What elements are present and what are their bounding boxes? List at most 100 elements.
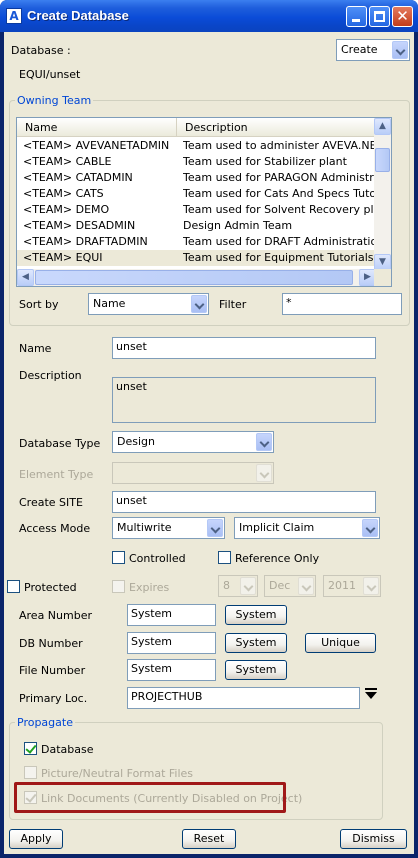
filter-input[interactable]: * (282, 293, 402, 315)
minimize-button[interactable] (346, 6, 367, 27)
description-textarea[interactable]: unset (112, 377, 376, 423)
expires-day-value: 8 (223, 579, 230, 592)
team-name-cell: <TEAM> CATADMIN (23, 171, 133, 184)
database-type-value: Design (117, 435, 155, 448)
team-list-row[interactable]: <TEAM> DEMO Team used for Solvent Recover… (17, 202, 375, 218)
database-type-select[interactable]: Design (112, 431, 274, 453)
controlled-label: Controlled (129, 552, 186, 565)
create-site-label: Create SITE (19, 496, 83, 509)
reset-button[interactable]: Reset (182, 829, 236, 849)
team-list-row[interactable]: <TEAM> CABLE Team used for Stabilizer pla… (17, 154, 375, 170)
element-type-select[interactable] (112, 462, 274, 484)
team-description-cell: Design Admin Team (183, 219, 293, 232)
team-description-cell: Team used for DRAFT Administration da (183, 235, 375, 248)
app-icon: A (6, 8, 22, 24)
chevron-down-icon (256, 464, 272, 482)
claim-select[interactable]: Implicit Claim (234, 517, 380, 539)
protected-label: Protected (24, 581, 77, 594)
expires-day-select[interactable]: 8 (218, 575, 258, 597)
team-list-row[interactable]: <TEAM> CATADMIN Team used for PARAGON Adm… (17, 170, 375, 186)
database-path: EQUI/unset (19, 68, 81, 81)
filter-label: Filter (219, 298, 247, 311)
team-list-vscroll[interactable]: ▲ ▼ (374, 118, 391, 271)
expires-label: Expires (129, 581, 170, 594)
maximize-icon (374, 11, 385, 22)
claim-value: Implicit Claim (239, 521, 315, 534)
propagate-database-checkbox[interactable] (24, 742, 37, 755)
team-list-row[interactable]: <TEAM> AVEVANETADMIN Team used to adminis… (17, 138, 375, 154)
team-list-hscroll[interactable]: ◀ ▶ (17, 269, 376, 286)
name-input[interactable]: unset (112, 337, 376, 359)
description-label: Description (19, 369, 82, 382)
propagate-title: Propagate (15, 716, 75, 729)
scroll-up-icon[interactable]: ▲ (374, 118, 391, 135)
expires-month-select[interactable]: Dec (264, 575, 316, 597)
team-name-cell: <TEAM> DRAFTADMIN (23, 235, 148, 248)
controlled-checkbox[interactable] (112, 551, 125, 564)
expires-checkbox[interactable] (112, 580, 125, 593)
area-number-label: Area Number (19, 609, 92, 622)
team-list-row[interactable]: <TEAM> CATS Team used for Cats And Specs … (17, 186, 375, 202)
access-mode-label: Access Mode (19, 522, 91, 535)
element-type-label: Element Type (19, 468, 94, 481)
picture-files-checkbox[interactable] (24, 766, 37, 779)
sort-by-label: Sort by (19, 298, 59, 311)
database-mode-value: Create (341, 43, 378, 56)
primary-loc-label: Primary Loc. (19, 692, 88, 705)
area-number-input[interactable]: System (127, 604, 216, 626)
primary-loc-input[interactable]: PROJECTHUB (127, 687, 360, 709)
column-header-description[interactable]: Description (177, 118, 375, 137)
close-button[interactable]: ✕ (392, 6, 413, 27)
database-mode-select[interactable]: Create (336, 39, 410, 61)
expires-month-value: Dec (269, 579, 291, 592)
team-list-row[interactable]: <TEAM> DESADMIN Design Admin Team (17, 218, 375, 234)
team-name-cell: <TEAM> CATS (23, 187, 104, 200)
highlight-annotation (14, 782, 286, 813)
team-description-cell: Team used for Stabilizer plant (183, 155, 347, 168)
team-list-row[interactable]: <TEAM> DRAFTADMIN Team used for DRAFT Adm… (17, 234, 375, 250)
protected-checkbox[interactable] (7, 580, 20, 593)
team-name-cell: <TEAM> DEMO (23, 203, 110, 216)
column-header-name[interactable]: Name (17, 118, 177, 137)
dismiss-button[interactable]: Dismiss (340, 829, 407, 849)
db-number-input[interactable]: System (127, 632, 216, 654)
primary-loc-dropdown-icon[interactable] (365, 688, 379, 702)
team-description-cell: Team used for Equipment Tutorials (183, 251, 374, 264)
name-label: Name (19, 342, 52, 355)
file-number-system-button[interactable]: System (225, 660, 287, 680)
team-list-header: Name Description (17, 118, 375, 137)
team-list-row[interactable]: <TEAM> EQUI Team used for Equipment Tutor… (17, 250, 375, 266)
sort-by-value: Name (93, 297, 126, 310)
reference-only-checkbox[interactable] (218, 551, 231, 564)
db-number-system-button[interactable]: System (225, 633, 287, 653)
window-title: Create Database (27, 8, 129, 23)
team-name-cell: <TEAM> EQUI (23, 251, 103, 264)
chevron-down-icon (298, 577, 314, 595)
vscroll-thumb[interactable] (375, 148, 390, 172)
expires-year-select[interactable]: 2011 (323, 575, 381, 597)
title-bar[interactable]: A Create Database ✕ (0, 0, 418, 32)
file-number-label: File Number (19, 664, 86, 677)
database-label: Database : (11, 44, 71, 57)
scroll-corner (374, 269, 391, 286)
access-mode-select[interactable]: Multiwrite (112, 517, 225, 539)
chevron-down-icon (256, 433, 272, 451)
chevron-down-icon (207, 519, 223, 537)
sort-by-select[interactable]: Name (88, 293, 209, 315)
team-description-cell: Team used for PARAGON Administratio (183, 171, 375, 184)
team-description-cell: Team used for Solvent Recovery plant (183, 203, 375, 216)
maximize-button[interactable] (369, 6, 390, 27)
team-list[interactable]: Name Description <TEAM> AVEVANETADMIN Tea… (16, 117, 392, 287)
chevron-down-icon (191, 295, 207, 313)
area-number-system-button[interactable]: System (225, 605, 287, 625)
minimize-icon (352, 19, 360, 22)
unique-button[interactable]: Unique (305, 633, 376, 653)
apply-button[interactable]: Apply (9, 829, 63, 849)
file-number-input[interactable]: System (127, 659, 216, 681)
access-mode-value: Multiwrite (117, 521, 172, 534)
db-number-label: DB Number (19, 637, 83, 650)
owning-team-title: Owning Team (15, 94, 94, 107)
hscroll-thumb[interactable] (35, 270, 353, 285)
create-site-input[interactable]: unset (112, 491, 376, 513)
scroll-left-icon[interactable]: ◀ (17, 269, 34, 286)
